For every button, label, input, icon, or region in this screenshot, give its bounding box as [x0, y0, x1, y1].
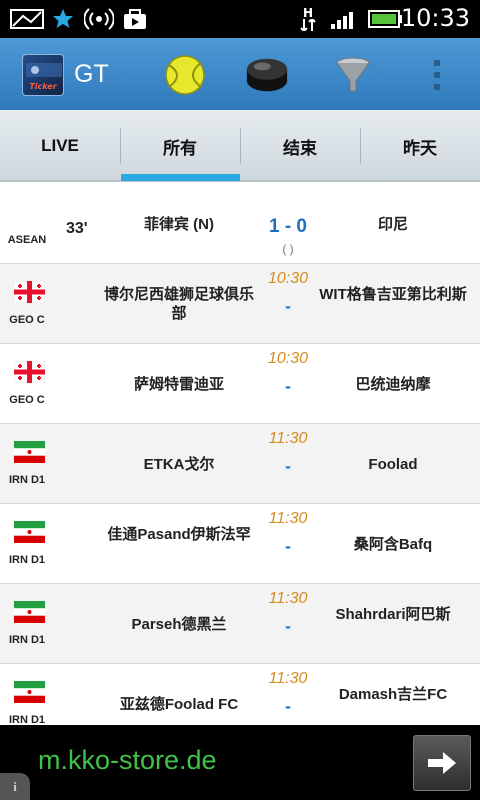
overflow-menu-icon[interactable] — [414, 52, 460, 98]
iran-flag-icon — [14, 441, 45, 463]
match-row[interactable]: IRN D1 ETKA戈尔 11:30 - Foolad — [0, 424, 480, 504]
league-label: GEO C — [9, 314, 45, 326]
selected-tab-indicator — [121, 174, 240, 181]
score-placeholder: - — [285, 696, 291, 716]
tennis-ball-icon[interactable] — [162, 52, 208, 98]
iran-flag-icon — [14, 601, 45, 623]
away-team: 桑阿含Bafq — [353, 536, 433, 553]
data-transfer-icon: H — [296, 6, 320, 32]
home-team: 萨姆特雷迪亚 — [133, 376, 224, 393]
ad-arrow-button[interactable] — [413, 735, 471, 791]
match-list[interactable]: ASEAN 33' 菲律宾 (N) 1 - 0 ( ) 印尼 GEO C 博尔尼… — [0, 184, 480, 725]
match-row[interactable]: GEO C 萨姆特雷迪亚 10:30 - 巴统迪纳摩 — [0, 344, 480, 424]
score-placeholder: - — [285, 456, 291, 476]
score-placeholder: - — [285, 616, 291, 636]
network-type-label: H — [302, 6, 314, 20]
kickoff-time: 11:30 — [268, 510, 308, 527]
away-team: Damash吉兰FC — [338, 686, 448, 703]
half-time-score: ( ) — [282, 242, 294, 256]
logo-text: Ticker — [29, 82, 57, 91]
away-team: 巴统迪纳摩 — [355, 376, 431, 393]
match-score: 1 - 0 — [268, 216, 308, 237]
ad-info-icon[interactable]: i — [0, 773, 30, 800]
league-label: ASEAN — [7, 234, 47, 246]
tab-yesterday[interactable]: 昨天 — [360, 110, 480, 182]
score-placeholder: - — [285, 376, 291, 396]
app-title: GT — [74, 60, 109, 88]
league-label: GEO C — [9, 394, 45, 406]
away-team: Foolad — [368, 456, 418, 473]
tab-bar: LIVE 所有 结束 昨天 — [0, 110, 480, 182]
briefcase-icon — [120, 6, 150, 32]
app-logo[interactable]: Ticker — [22, 54, 64, 96]
filter-icon[interactable] — [330, 52, 376, 98]
away-team: 印尼 — [377, 216, 408, 233]
iran-flag-icon — [14, 521, 45, 543]
hotspot-icon — [84, 6, 114, 32]
image-icon — [8, 6, 46, 32]
app-bar: Ticker GT — [0, 38, 480, 110]
star-icon — [50, 6, 76, 32]
home-team: 菲律宾 (N) — [144, 216, 214, 233]
match-row[interactable]: IRN D1 佳通Pasand伊斯法罕 11:30 - 桑阿含Bafq — [0, 504, 480, 584]
kickoff-time: 10:30 — [267, 350, 309, 367]
georgia-flag-icon — [13, 280, 46, 304]
league-label: IRN D1 — [8, 634, 46, 646]
home-team: ETKA戈尔 — [143, 456, 215, 473]
score-placeholder: - — [285, 536, 291, 556]
ad-banner[interactable]: m.kko-store.de i — [0, 725, 480, 800]
league-label: IRN D1 — [8, 714, 46, 725]
match-row[interactable]: ASEAN 33' 菲律宾 (N) 1 - 0 ( ) 印尼 — [0, 184, 480, 264]
kickoff-time: 11:30 — [268, 590, 308, 607]
kickoff-time: 10:30 — [267, 270, 309, 287]
arrow-right-icon — [428, 752, 456, 774]
ad-text[interactable]: m.kko-store.de — [38, 745, 217, 776]
home-team: 博尔尼西雄狮足球俱乐部 — [103, 286, 254, 322]
away-team: WIT格鲁吉亚第比利斯 — [319, 286, 467, 303]
status-bar: H 10:33 — [0, 0, 480, 38]
home-team: 佳通Pasand伊斯法罕 — [107, 526, 251, 543]
kickoff-time: 11:30 — [268, 430, 308, 447]
away-team: Shahrdari阿巴斯 — [335, 606, 451, 623]
kickoff-time: 11:30 — [268, 670, 308, 687]
tab-live[interactable]: LIVE — [0, 110, 120, 182]
league-label: IRN D1 — [8, 554, 46, 566]
hockey-puck-icon[interactable] — [244, 52, 290, 98]
match-row[interactable]: IRN D1 Parseh德黑兰 11:30 - Shahrdari阿巴斯 — [0, 584, 480, 664]
battery-icon — [366, 6, 404, 32]
clock: 10:33 — [400, 4, 470, 32]
home-team: Parseh德黑兰 — [131, 616, 227, 633]
tab-finished[interactable]: 结束 — [240, 110, 360, 182]
signal-icon — [328, 6, 360, 32]
match-row[interactable]: GEO C 博尔尼西雄狮足球俱乐部 10:30 - WIT格鲁吉亚第比利斯 — [0, 264, 480, 344]
match-minute: 33' — [66, 220, 88, 237]
score-placeholder: - — [285, 296, 291, 316]
iran-flag-icon — [14, 681, 45, 703]
tab-all[interactable]: 所有 — [120, 110, 240, 182]
home-team: 亚兹德Foolad FC — [119, 696, 239, 713]
match-row[interactable]: IRN D1 亚兹德Foolad FC 11:30 - Damash吉兰FC — [0, 664, 480, 725]
league-label: IRN D1 — [8, 474, 46, 486]
georgia-flag-icon — [13, 360, 46, 384]
